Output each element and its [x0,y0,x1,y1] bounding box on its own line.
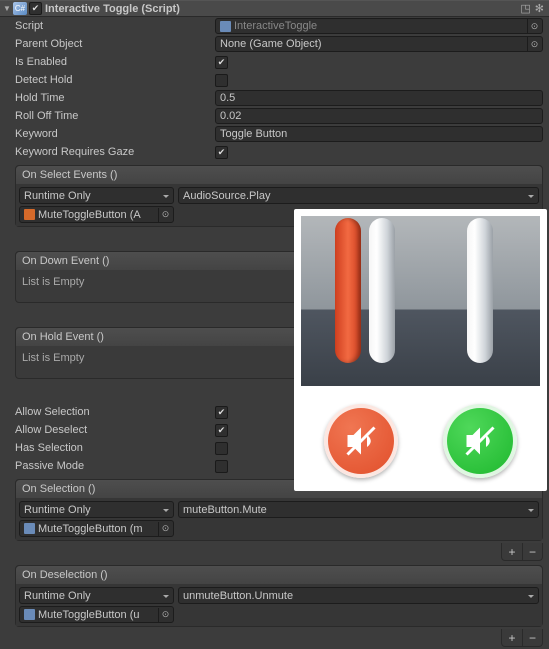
unmute-button-preview [443,404,517,478]
has-selection-checkbox[interactable] [215,442,228,455]
object-picker-icon[interactable] [527,37,541,51]
toggle-3d-left-white [369,218,395,363]
parent-field-row: Parent Object None (Game Object) [0,35,549,53]
mute-slash-icon [343,423,379,459]
function-dropdown[interactable]: muteButton.Mute [178,501,539,518]
mute-slash-icon [462,423,498,459]
object-picker-icon[interactable] [158,608,172,622]
remove-event-button[interactable]: − [522,629,542,646]
csharp-icon [220,21,231,32]
function-dropdown[interactable]: unmuteButton.Unmute [178,587,539,604]
remove-event-button[interactable]: − [522,543,542,560]
mute-button-preview [324,404,398,478]
keyword-row: Keyword Toggle Button [0,125,549,143]
add-event-button[interactable]: + [502,629,522,646]
keyword-gaze-row: Keyword Requires Gaze [0,143,549,161]
component-enabled-checkbox[interactable] [29,2,42,15]
runtime-dropdown[interactable]: Runtime Only [19,587,174,604]
parent-object-field[interactable]: None (Game Object) [215,36,543,52]
help-icon[interactable]: ◳ [520,2,530,15]
script-ref-icon [24,609,35,620]
event-header: On Deselection () [16,566,542,584]
allow-selection-checkbox[interactable] [215,406,228,419]
event-header: On Select Events () [16,166,542,184]
keyword-gaze-checkbox[interactable] [215,146,228,159]
parent-label: Parent Object [15,38,215,50]
component-header[interactable]: ▼ C# Interactive Toggle (Script) ◳ ✻ [0,0,549,17]
object-picker-icon[interactable] [527,19,541,33]
passive-mode-checkbox[interactable] [215,460,228,473]
runtime-dropdown[interactable]: Runtime Only [19,187,174,204]
hold-time-row: Hold Time 0.5 [0,89,549,107]
is-enabled-row: Is Enabled [0,53,549,71]
scene-preview-3d [301,216,540,386]
component-title: Interactive Toggle (Script) [45,3,520,15]
detect-hold-checkbox[interactable] [215,74,228,87]
event-target-field[interactable]: MuteToggleButton (u [19,606,174,623]
runtime-dropdown[interactable]: Runtime Only [19,501,174,518]
is-enabled-checkbox[interactable] [215,56,228,69]
on-deselection-section: On Deselection () Runtime Only MuteToggl… [15,565,543,627]
gameobject-icon [24,209,35,220]
event-target-field[interactable]: MuteToggleButton (m [19,520,174,537]
script-icon: C# [13,2,27,15]
allow-deselect-checkbox[interactable] [215,424,228,437]
toggle-3d-left-red [335,218,361,363]
preview-overlay [294,209,547,491]
detect-hold-row: Detect Hold [0,71,549,89]
script-ref-icon [24,523,35,534]
function-dropdown[interactable]: AudioSource.Play [178,187,539,204]
roll-off-input[interactable]: 0.02 [215,108,543,124]
add-event-button[interactable]: + [502,543,522,560]
script-value: InteractiveToggle [215,18,543,34]
roll-off-row: Roll Off Time 0.02 [0,107,549,125]
hold-time-input[interactable]: 0.5 [215,90,543,106]
toggle-3d-right-white [467,218,493,363]
object-picker-icon[interactable] [158,522,172,536]
script-field-row: Script InteractiveToggle [0,17,549,35]
script-label: Script [15,20,215,32]
event-target-field[interactable]: MuteToggleButton (A [19,206,174,223]
settings-icon[interactable]: ✻ [535,2,544,15]
object-picker-icon[interactable] [158,208,172,222]
keyword-input[interactable]: Toggle Button [215,126,543,142]
foldout-icon[interactable]: ▼ [3,4,13,13]
